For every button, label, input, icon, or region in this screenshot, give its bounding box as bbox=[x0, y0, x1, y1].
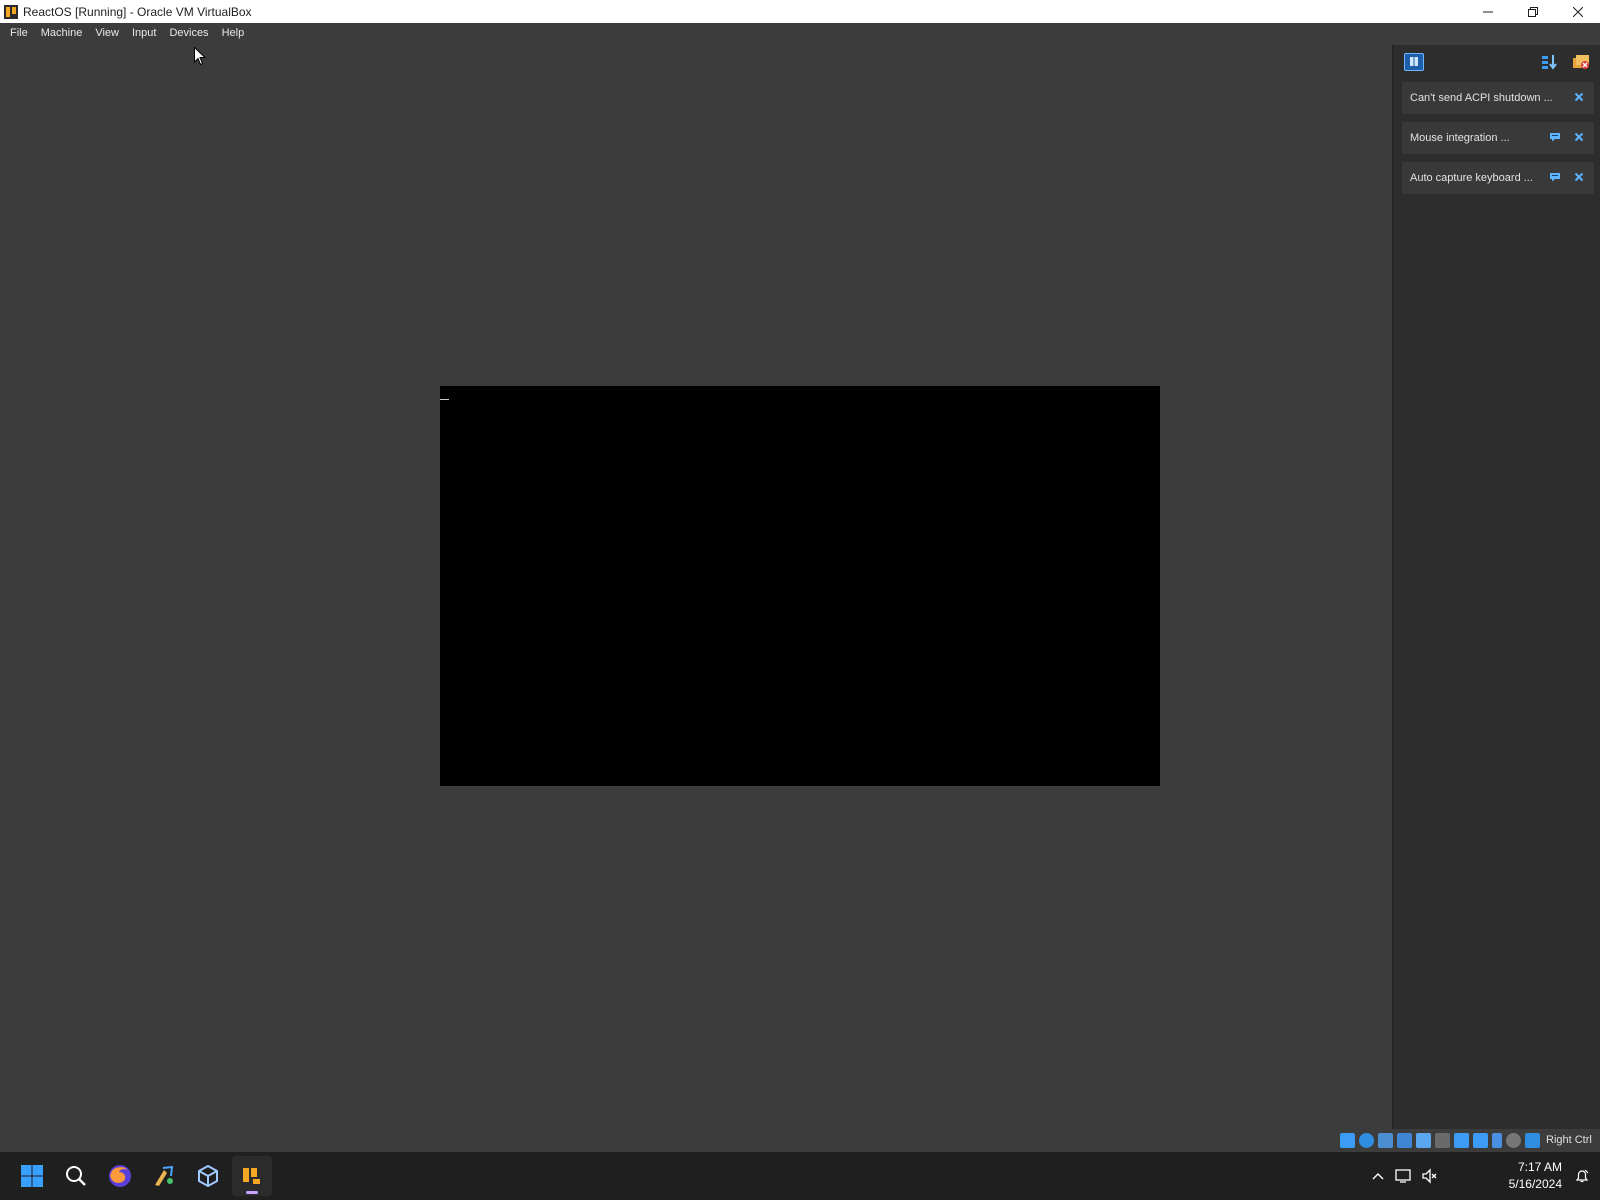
help-icon[interactable] bbox=[1548, 130, 1562, 144]
menu-bar: File Machine View Input Devices Help bbox=[0, 23, 1600, 43]
guest-screen[interactable] bbox=[440, 386, 1160, 786]
display-icon[interactable] bbox=[1454, 1132, 1469, 1148]
close-button[interactable] bbox=[1555, 0, 1600, 23]
clock-time: 7:17 AM bbox=[1517, 1160, 1562, 1174]
menu-input[interactable]: Input bbox=[126, 25, 162, 41]
menu-view[interactable]: View bbox=[89, 25, 125, 41]
vm-status-bar: Right Ctrl bbox=[1340, 1131, 1592, 1149]
mouse-integration-icon[interactable] bbox=[1506, 1132, 1521, 1148]
system-tray: 7:17 AM 5/16/2024 bbox=[1360, 1152, 1600, 1200]
notification-text: Mouse integration ... bbox=[1410, 132, 1510, 144]
network-icon[interactable] bbox=[1397, 1132, 1412, 1148]
sort-order-icon[interactable] bbox=[1540, 53, 1558, 71]
virtualbox-manager-icon[interactable] bbox=[188, 1156, 228, 1196]
app-icon[interactable] bbox=[144, 1156, 184, 1196]
menu-file[interactable]: File bbox=[4, 25, 34, 41]
notification-acpi-shutdown[interactable]: Can't send ACPI shutdown ... bbox=[1402, 82, 1594, 114]
minimize-button[interactable] bbox=[1465, 0, 1510, 23]
help-icon[interactable] bbox=[1548, 170, 1562, 184]
optical-drive-icon[interactable] bbox=[1359, 1132, 1374, 1148]
windows-start-icon[interactable] bbox=[12, 1156, 52, 1196]
audio-icon[interactable] bbox=[1378, 1132, 1393, 1148]
virtualbox-vm-icon[interactable] bbox=[232, 1156, 272, 1196]
host-key-label: Right Ctrl bbox=[1546, 1134, 1592, 1146]
network-status-icon[interactable] bbox=[1392, 1164, 1416, 1188]
notification-text: Can't send ACPI shutdown ... bbox=[1410, 92, 1553, 104]
close-icon[interactable] bbox=[1572, 170, 1586, 184]
taskbar: 7:17 AM 5/16/2024 bbox=[0, 1152, 1600, 1200]
clock-date: 5/16/2024 bbox=[1508, 1177, 1562, 1191]
usb-icon[interactable] bbox=[1416, 1132, 1431, 1148]
vm-display-area[interactable] bbox=[0, 43, 1392, 1133]
cpu-icon[interactable] bbox=[1492, 1132, 1502, 1148]
hard-disk-icon[interactable] bbox=[1340, 1132, 1355, 1148]
clear-all-icon[interactable] bbox=[1572, 53, 1590, 71]
notification-bell-icon[interactable] bbox=[1570, 1164, 1594, 1188]
restore-button[interactable] bbox=[1510, 0, 1555, 23]
mouse-pointer-icon bbox=[194, 46, 207, 66]
menu-help[interactable]: Help bbox=[216, 25, 251, 41]
keyboard-icon[interactable] bbox=[1525, 1132, 1540, 1148]
menu-machine[interactable]: Machine bbox=[35, 25, 89, 41]
active-indicator bbox=[246, 1191, 258, 1194]
window-title: ReactOS [Running] - Oracle VM VirtualBox bbox=[23, 4, 252, 19]
close-icon[interactable] bbox=[1572, 130, 1586, 144]
text-cursor bbox=[440, 399, 449, 400]
chevron-up-icon[interactable] bbox=[1366, 1164, 1390, 1188]
firefox-icon[interactable] bbox=[100, 1156, 140, 1196]
virtualbox-vm-icon bbox=[3, 4, 19, 20]
notification-toolbar bbox=[1394, 45, 1600, 77]
notification-auto-capture-keyboard[interactable]: Auto capture keyboard ... bbox=[1402, 162, 1594, 194]
notification-mouse-integration[interactable]: Mouse integration ... bbox=[1402, 122, 1594, 154]
notification-text: Auto capture keyboard ... bbox=[1410, 172, 1533, 184]
volume-muted-icon[interactable] bbox=[1418, 1164, 1442, 1188]
clock[interactable]: 7:17 AM 5/16/2024 bbox=[1509, 1159, 1562, 1193]
shared-folders-icon[interactable] bbox=[1435, 1132, 1450, 1148]
notification-center: Can't send ACPI shutdown ... Mouse integ… bbox=[1392, 45, 1600, 1129]
window-title-bar[interactable]: ReactOS [Running] - Oracle VM VirtualBox bbox=[0, 0, 1600, 23]
video-capture-icon[interactable] bbox=[1473, 1132, 1488, 1148]
notification-center-icon[interactable] bbox=[1404, 53, 1424, 71]
close-icon[interactable] bbox=[1572, 90, 1586, 104]
menu-devices[interactable]: Devices bbox=[163, 25, 214, 41]
search-icon[interactable] bbox=[56, 1156, 96, 1196]
